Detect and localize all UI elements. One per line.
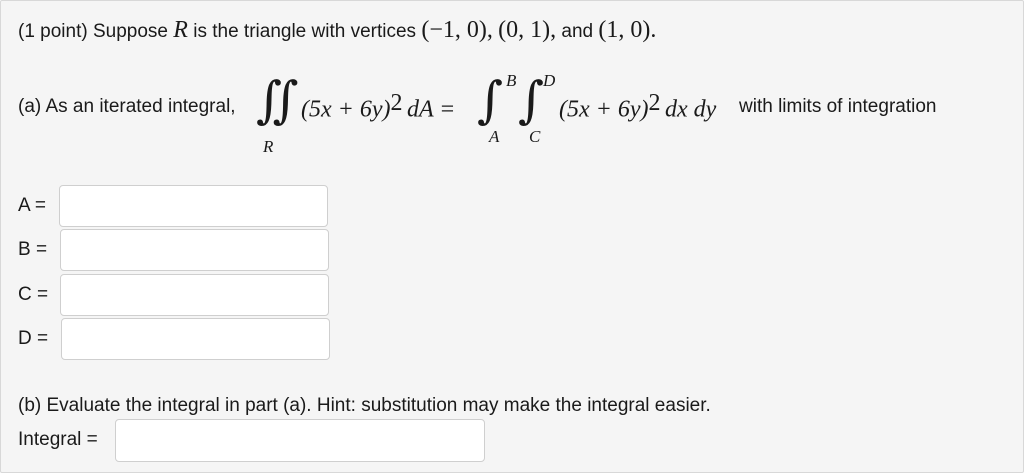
inner-lower-limit: C [529, 127, 541, 146]
integrand-left: (5x + 6y) [301, 96, 391, 123]
differentials: dx dy [664, 96, 717, 123]
inner-upper-limit: D [543, 71, 556, 90]
right-integrand: (5x + 6y)2 dx dy [559, 90, 716, 123]
integrand-right: (5x + 6y) [559, 96, 649, 123]
intro-middle: is the triangle with vertices [193, 21, 417, 42]
part-a-suffix: with limits of integration [739, 96, 937, 117]
part-b-text: (b) Evaluate the integral in part (a). H… [18, 395, 711, 416]
integral-label: Integral = [18, 429, 98, 450]
region-symbol: R [173, 17, 188, 43]
label-B: B = [18, 239, 48, 260]
answer-C-input[interactable] [60, 274, 329, 316]
outer-integral-symbol: ∫ [477, 71, 504, 129]
label-D: D = [18, 328, 49, 349]
integral-region-subscript: R [263, 137, 274, 156]
label-A: A = [18, 195, 46, 216]
and-word: and [561, 21, 594, 42]
answer-A-input[interactable] [59, 185, 328, 227]
double-integral-symbol: ∬ [256, 71, 299, 129]
exponent-left: 2 [390, 90, 403, 116]
left-integrand: (5x + 6y)2 dA = [301, 90, 455, 123]
vertex-1: (−1, 0), [421, 17, 493, 43]
outer-upper-limit: B [506, 71, 517, 90]
vertex-3: (1, 0). [598, 17, 657, 43]
intro-line: (1 point) Suppose R is the triangle with… [18, 17, 656, 44]
intro-prefix: (1 point) Suppose [18, 21, 168, 42]
part-a-prefix: (a) As an iterated integral, [18, 96, 236, 117]
outer-lower-limit: A [489, 127, 500, 146]
vertex-2: (0, 1), [498, 17, 557, 43]
answer-D-input[interactable] [61, 318, 330, 360]
label-C: C = [18, 284, 49, 305]
inner-integral-symbol: ∫ [518, 71, 545, 129]
answer-B-input[interactable] [60, 229, 329, 271]
integral-answer-input[interactable] [115, 419, 485, 462]
problem-panel: (1 point) Suppose R is the triangle with… [0, 0, 1024, 473]
dA-equals: dA = [406, 96, 456, 123]
exponent-right: 2 [648, 90, 661, 116]
